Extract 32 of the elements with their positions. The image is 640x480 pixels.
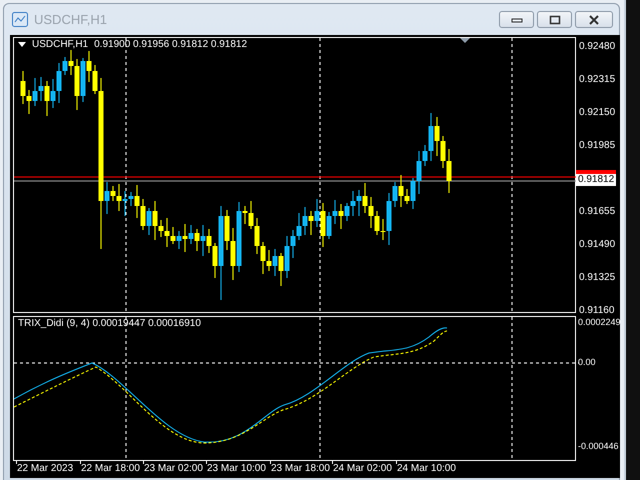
price-label: 0.91655 — [579, 206, 616, 218]
price-label: 0.91160 — [579, 305, 614, 317]
restore-button[interactable] — [537, 11, 572, 28]
indicator-scale-label: 0.00 — [578, 357, 596, 368]
minimize-icon — [510, 16, 522, 22]
price-label: 0.91490 — [579, 239, 616, 251]
price-label: 0.92480 — [579, 41, 616, 53]
chart-window-icon — [12, 12, 28, 27]
indicator-label: TRIX_Didi (9, 4) 0.00019447 0.00016910 — [18, 318, 201, 329]
price-label: 0.92150 — [579, 107, 616, 119]
time-label: 22 Mar 2023 — [17, 463, 74, 474]
shift-marker-icon — [460, 38, 470, 43]
close-icon — [588, 14, 600, 24]
window-title: USDCHF,H1 — [34, 12, 108, 27]
minimize-button[interactable] — [499, 11, 534, 28]
dropdown-icon[interactable] — [18, 42, 26, 47]
symbol-label: USDCHF,H1 — [32, 39, 88, 50]
time-label: 23 Mar 18:00 — [271, 463, 330, 474]
price-label: 0.91325 — [579, 272, 616, 284]
price-label: 0.91985 — [579, 140, 616, 152]
time-label: 24 Mar 10:00 — [397, 463, 456, 474]
time-label: 23 Mar 10:00 — [207, 463, 266, 474]
time-label: 22 Mar 18:00 — [81, 463, 140, 474]
ohlc-quotes: 0.91900 0.91956 0.91812 0.91812 — [94, 39, 248, 50]
price-label: 0.92315 — [579, 74, 616, 86]
time-label: 23 Mar 02:00 — [144, 463, 203, 474]
restore-icon — [548, 14, 560, 24]
current-price-tag: 0.91812 — [576, 174, 616, 186]
indicator-scale-label: 0.0002249 — [578, 317, 621, 328]
indicator-scale-label: -0.000446 — [578, 441, 619, 452]
time-label: 24 Mar 02:00 — [333, 463, 392, 474]
close-button[interactable] — [575, 11, 613, 28]
